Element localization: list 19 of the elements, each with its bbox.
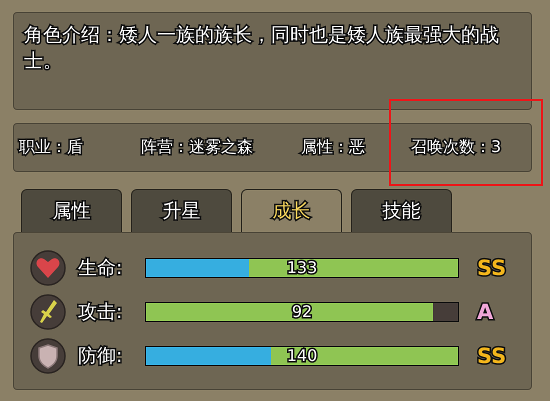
stat-label: 防御: xyxy=(78,344,124,369)
info-label: 阵营：迷雾之森 xyxy=(141,137,253,156)
info-label: 召唤次数：3 xyxy=(411,137,502,156)
tab[interactable]: 技能 xyxy=(351,189,452,232)
character-description: 角色介绍：矮人一族的族长，同时也是矮人族最强大的战士。 xyxy=(24,23,500,74)
grade-label: A xyxy=(477,300,494,324)
sword-icon xyxy=(30,294,66,330)
info-label: 职业：盾 xyxy=(19,137,83,156)
grade-label: SS xyxy=(477,344,506,368)
tab[interactable]: 属性 xyxy=(21,189,122,232)
stat-label: 攻击: xyxy=(78,300,124,325)
grade-label: SS xyxy=(477,256,506,280)
info-label: 属性：恶 xyxy=(301,137,365,156)
stat-value: 133 xyxy=(286,258,318,278)
stat-value: 140 xyxy=(286,346,318,366)
stat-label: 生命: xyxy=(78,256,124,281)
shield-icon xyxy=(30,338,66,374)
tab[interactable]: 升星 xyxy=(131,189,232,232)
stat-value: 92 xyxy=(290,302,314,322)
